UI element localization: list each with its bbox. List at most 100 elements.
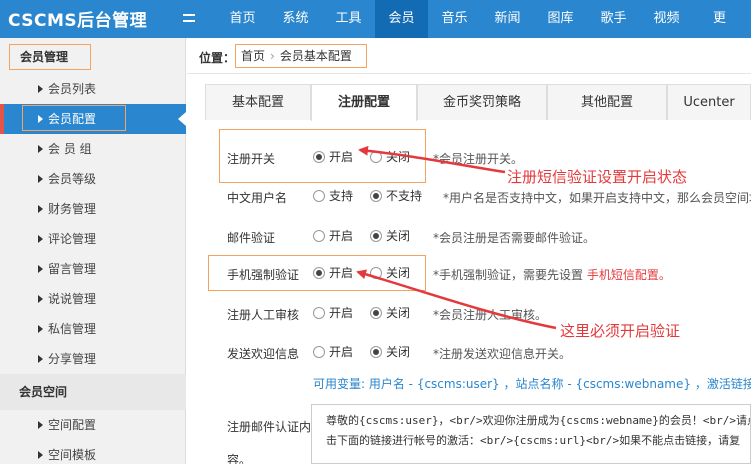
radio-label: 关闭 [386, 345, 411, 359]
annotation-bottom: 这里必须开启验证 [560, 322, 681, 340]
annotation-top: 注册短信验证设置开启状态 [507, 168, 688, 186]
caret-right-icon [38, 115, 43, 123]
breadcrumb-current[interactable]: 会员基本配置 [280, 49, 352, 63]
nav-video[interactable]: 视频 [640, 0, 693, 38]
sidebar-item-member-list[interactable]: 会员列表 [0, 74, 186, 104]
caret-right-icon [38, 355, 43, 363]
breadcrumb: 首页 › 会员基本配置 [235, 44, 367, 68]
field-label: 邮件验证 [227, 231, 276, 245]
radio-chinese-support[interactable]: 支持 [313, 188, 353, 204]
radio-label: 开启 [329, 345, 354, 359]
nav-gallery[interactable]: 图库 [534, 0, 587, 38]
form-row-welcome-message: 发送欢迎信息 开启 关闭 *注册发送欢迎信息开关。 [205, 337, 751, 367]
sidebar-item-label: 分享管理 [48, 352, 97, 366]
sidebar-item-label: 评论管理 [48, 232, 97, 246]
tab-register-config[interactable]: 注册配置 [311, 84, 417, 121]
sidebar-item-label: 会 员 组 [48, 142, 92, 156]
radio-review-on[interactable]: 开启 [313, 305, 353, 321]
radio-label: 开启 [329, 229, 354, 243]
breadcrumb-home[interactable]: 首页 [241, 49, 265, 63]
form-row-phone-verify: 手机强制验证 开启 关闭 *手机强制验证，需要先设置 手机短信配置。 [205, 258, 751, 288]
sidebar-item-member-group[interactable]: 会 员 组 [0, 134, 186, 164]
nav-singers[interactable]: 歌手 [587, 0, 640, 38]
email-content-textarea[interactable]: 尊敬的{cscms:user}，<br/>欢迎你注册成为{cscms:webna… [311, 404, 751, 464]
radio-checked-icon [370, 190, 382, 202]
caret-right-icon [38, 265, 43, 273]
radio-phone-on[interactable]: 开启 [313, 265, 353, 281]
tab-coin-policy[interactable]: 金币奖罚策略 [417, 84, 547, 120]
radio-unchecked-icon [313, 190, 325, 202]
sidebar-item-label: 空间模板 [48, 448, 97, 462]
sidebar-item-private-messages[interactable]: 私信管理 [0, 314, 186, 344]
radio-checked-icon [370, 230, 382, 242]
sidebar-item-finance[interactable]: 财务管理 [0, 194, 186, 224]
field-hint: *会员注册是否需要邮件验证。 [433, 231, 596, 245]
config-tabs: 基本配置 注册配置 金币奖罚策略 其他配置 Ucenter [205, 84, 751, 121]
nav-system[interactable]: 系统 [269, 0, 322, 38]
radio-unchecked-icon [313, 346, 325, 358]
radio-review-off[interactable]: 关闭 [370, 305, 410, 321]
sidebar-group-member-management[interactable]: 会员管理 [9, 44, 91, 70]
field-hint: *手机强制验证，需要先设置 手机短信配置。 [433, 268, 671, 282]
sidebar-item-label: 财务管理 [48, 202, 97, 216]
radio-label: 关闭 [386, 266, 411, 280]
nav-members[interactable]: 会员 [375, 0, 428, 38]
email-content-label: 注册邮件认证内 [227, 420, 312, 434]
nav-more[interactable]: 更 [693, 0, 746, 38]
radio-register-off[interactable]: 关闭 [370, 149, 410, 165]
sidebar-item-shares[interactable]: 分享管理 [0, 344, 186, 374]
caret-right-icon [38, 85, 43, 93]
radio-unchecked-icon [313, 230, 325, 242]
sidebar-item-comments[interactable]: 评论管理 [0, 224, 186, 254]
radio-label: 关闭 [386, 150, 411, 164]
field-hint: *用户名是否支持中文，如果开启支持中文，那么会员空间地 [443, 191, 751, 205]
radio-welcome-on[interactable]: 开启 [313, 344, 353, 360]
caret-right-icon [38, 235, 43, 243]
nav-news[interactable]: 新闻 [481, 0, 534, 38]
sidebar-group-member-space[interactable]: 会员空间 [0, 374, 186, 410]
radio-chinese-no-support[interactable]: 不支持 [370, 188, 422, 204]
sidebar-item-space-config[interactable]: 空间配置 [0, 410, 186, 440]
tab-basic-config[interactable]: 基本配置 [205, 84, 311, 120]
field-label: 发送欢迎信息 [227, 347, 300, 361]
textarea-line: 尊敬的{cscms:user}，<br/>欢迎你注册成为{cscms:webna… [326, 414, 751, 427]
caret-right-icon [38, 295, 43, 303]
nav-tools[interactable]: 工具 [322, 0, 375, 38]
caret-right-icon [38, 175, 43, 183]
active-marker [0, 104, 4, 134]
radio-phone-off[interactable]: 关闭 [370, 265, 410, 281]
radio-label: 支持 [329, 189, 354, 203]
radio-email-on[interactable]: 开启 [313, 228, 353, 244]
sidebar-item-label: 会员等级 [48, 172, 97, 186]
nav-music[interactable]: 音乐 [428, 0, 481, 38]
sms-config-link[interactable]: 手机短信配置。 [587, 268, 671, 282]
breadcrumb-bar: 位置： 首页 › 会员基本配置 [187, 38, 751, 74]
field-label: 注册开关 [227, 152, 276, 166]
email-content-label-cont: 容。 [227, 453, 252, 464]
sidebar-item-label: 留言管理 [48, 262, 97, 276]
radio-email-off[interactable]: 关闭 [370, 228, 410, 244]
radio-checked-icon [313, 151, 325, 163]
sidebar-item-label: 会员列表 [48, 82, 97, 96]
radio-label: 开启 [329, 266, 354, 280]
radio-unchecked-icon [370, 151, 382, 163]
radio-register-on[interactable]: 开启 [313, 149, 353, 165]
nav-home[interactable]: 首页 [216, 0, 269, 38]
field-hint: *会员注册人工审核。 [433, 308, 548, 322]
textarea-line: 击下面的链接进行帐号的激活：<br/>{cscms:url}<br/>如果不能点… [326, 434, 741, 447]
tab-ucenter[interactable]: Ucenter [667, 84, 751, 120]
tab-other-config[interactable]: 其他配置 [547, 84, 667, 120]
sidebar-item-label: 空间配置 [48, 418, 97, 432]
sidebar-item-space-template[interactable]: 空间模板 [0, 440, 186, 464]
sidebar-item-member-config[interactable]: 会员配置 [0, 104, 186, 134]
radio-welcome-off[interactable]: 关闭 [370, 344, 410, 360]
app-logo: CSCMS后台管理 [8, 11, 148, 31]
radio-label: 开启 [329, 306, 354, 320]
menu-toggle-icon[interactable] [181, 9, 199, 27]
sidebar-item-member-level[interactable]: 会员等级 [0, 164, 186, 194]
caret-right-icon [38, 325, 43, 333]
breadcrumb-separator: › [270, 49, 275, 63]
radio-checked-icon [313, 267, 325, 279]
sidebar-item-messages[interactable]: 留言管理 [0, 254, 186, 284]
sidebar-item-posts[interactable]: 说说管理 [0, 284, 186, 314]
